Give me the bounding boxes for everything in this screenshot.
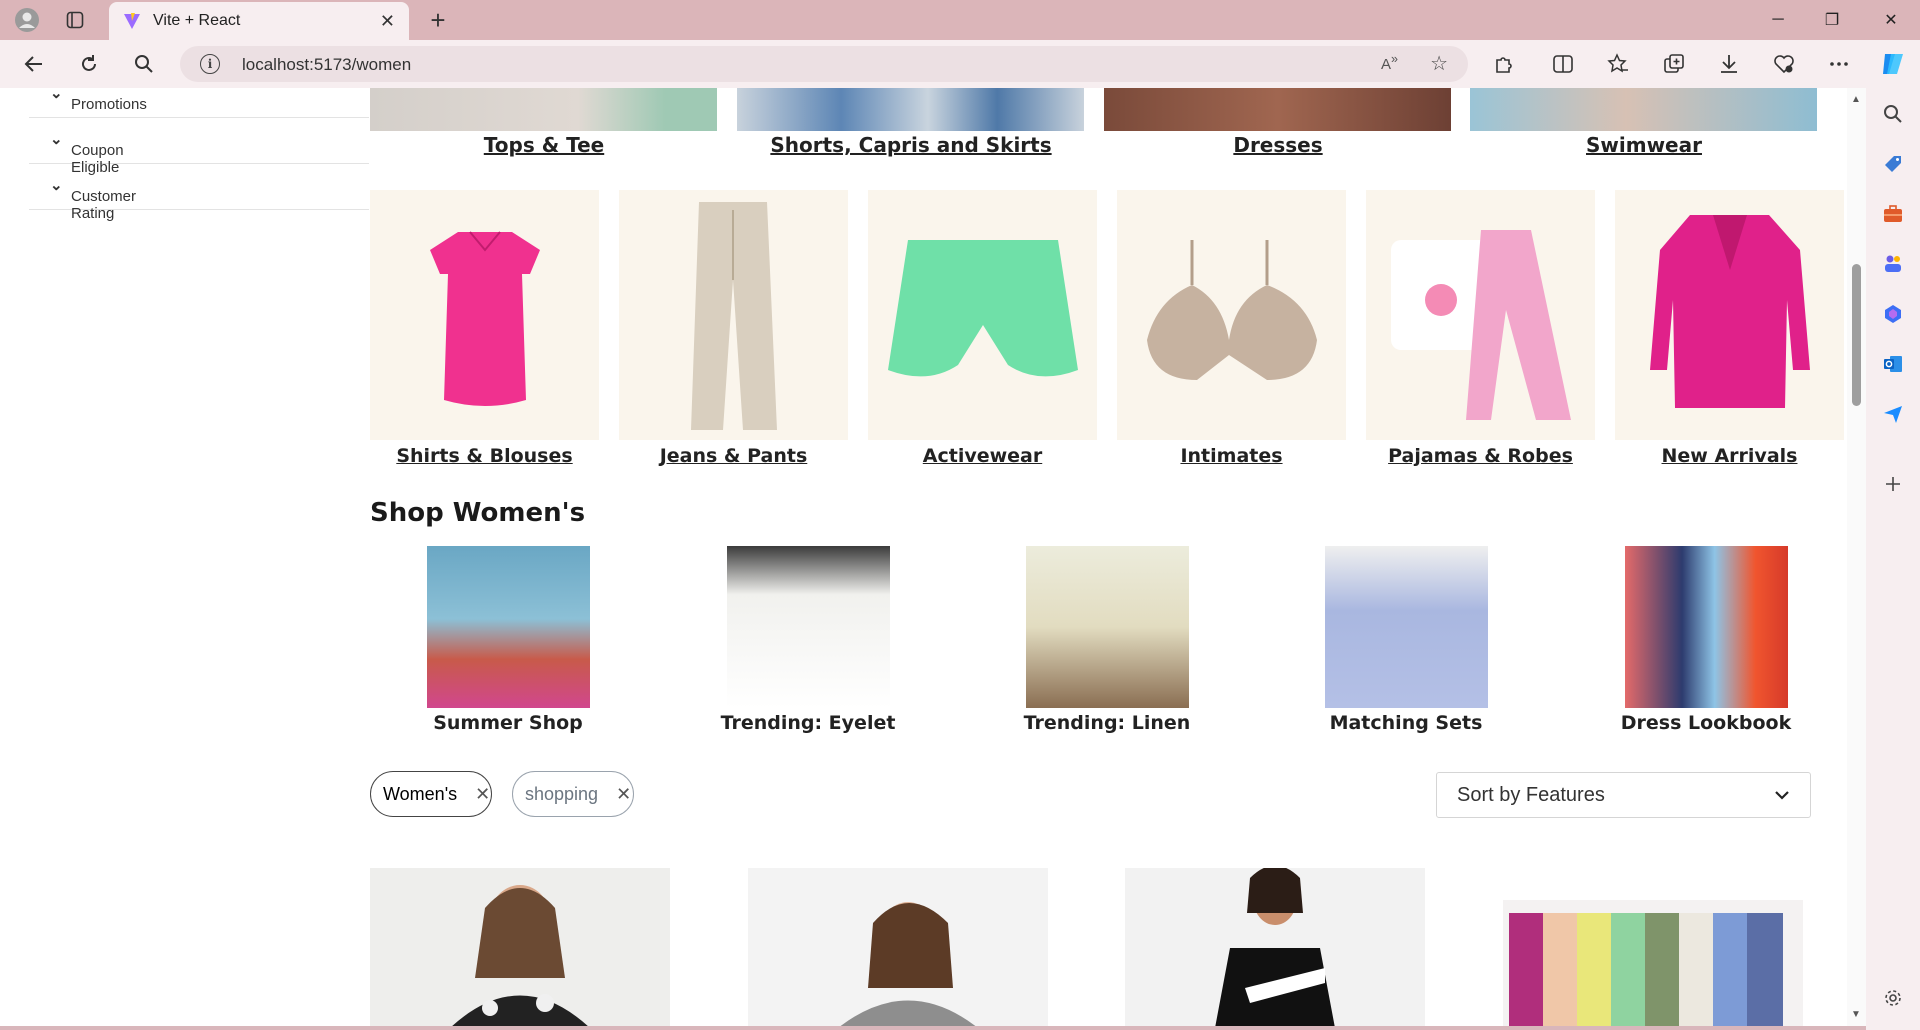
category-link-jeans-pants[interactable]: Jeans & Pants [619,445,848,467]
category-link-shorts[interactable]: Shorts, Capris and Skirts [737,133,1085,157]
category-link-new-arrivals[interactable]: New Arrivals [1615,445,1844,467]
shop-image-linen[interactable] [1026,546,1189,708]
category-link-activewear[interactable]: Activewear [868,445,1097,467]
outlook-icon[interactable] [1881,352,1905,376]
microsoft-365-icon[interactable] [1881,302,1905,326]
browser-toolbar: i localhost:5173/women A» ☆ [0,40,1920,88]
site-info-icon[interactable]: i [200,54,220,74]
category-tile-shirts-blouses[interactable] [370,190,599,440]
shop-image-dress-lookbook[interactable] [1625,546,1788,708]
category-link-dresses[interactable]: Dresses [1104,133,1452,157]
favorite-star-icon[interactable]: ☆ [1430,51,1448,76]
chevron-down-icon [1775,791,1789,800]
shop-link-eyelet[interactable]: Trending: Eyelet [678,712,938,734]
url-text[interactable]: localhost:5173/women [242,55,411,75]
filter-label: Customer Rating [71,188,137,222]
remove-filter-icon[interactable]: ✕ [475,784,490,805]
category-tile-intimates[interactable] [1117,190,1346,440]
close-tab-icon[interactable]: ✕ [380,11,395,32]
filter-promotions[interactable]: Promotions ⌄ [29,88,369,118]
chip-label: shopping [525,783,599,804]
remove-filter-icon[interactable]: ✕ [616,784,631,805]
category-link-shirts-blouses[interactable]: Shirts & Blouses [370,445,599,467]
read-aloud-icon[interactable]: A» [1381,52,1398,73]
shop-link-linen[interactable]: Trending: Linen [977,712,1237,734]
downloads-icon[interactable] [1713,48,1745,80]
tab-bar: Vite + React ✕ + ─ ❐ ✕ [0,0,1920,40]
chevron-down-icon: ⌄ [50,177,63,194]
category-link-swimwear[interactable]: Swimwear [1470,133,1818,157]
scroll-down-icon[interactable]: ▼ [1851,1009,1861,1020]
favorites-icon[interactable] [1602,48,1634,80]
product-card[interactable] [1503,868,1803,1026]
tab-title: Vite + React [153,12,241,29]
filter-chip-shopping[interactable]: shopping ✕ [512,771,634,817]
shopping-tag-icon[interactable] [1881,152,1905,176]
shop-image-summer[interactable] [427,546,590,708]
performance-icon[interactable] [1768,48,1800,80]
chip-label: Women's [383,783,458,804]
sort-dropdown[interactable]: Sort by Features [1436,772,1811,818]
category-image-shorts[interactable] [737,88,1084,131]
filter-coupon-eligible[interactable]: Coupon Eligible ⌄ [29,118,369,176]
category-image-dresses[interactable] [1104,88,1451,131]
tab-active[interactable]: Vite + React ✕ [109,2,409,40]
split-screen-icon[interactable] [1547,48,1579,80]
filter-label: Promotions [71,96,147,113]
restore-button[interactable]: ❐ [1805,0,1859,40]
page-viewport: Promotions ⌄ Coupon Eligible ⌄ Customer … [0,88,1866,1026]
category-tile-jeans-pants[interactable] [619,190,848,440]
product-card[interactable] [370,868,670,1026]
scroll-up-icon[interactable]: ▲ [1851,94,1861,105]
shop-link-matching-sets[interactable]: Matching Sets [1276,712,1536,734]
games-icon[interactable] [1881,252,1905,276]
back-button[interactable] [18,48,50,80]
profile-icon[interactable] [13,6,41,34]
category-link-pajamas-robes[interactable]: Pajamas & Robes [1366,445,1595,467]
address-bar[interactable]: i localhost:5173/women A» ☆ [180,46,1468,82]
category-link-intimates[interactable]: Intimates [1117,445,1346,467]
category-tile-pajamas-robes[interactable] [1366,190,1595,440]
product-card[interactable] [1125,868,1425,1026]
tools-briefcase-icon[interactable] [1881,202,1905,226]
minimize-button[interactable]: ─ [1751,0,1805,40]
filter-customer-rating[interactable]: Customer Rating ⌄ [29,164,369,222]
category-link-tops-tee[interactable]: Tops & Tee [370,133,718,157]
vite-icon [124,13,140,29]
category-tile-activewear[interactable] [868,190,1097,440]
send-icon[interactable] [1881,402,1905,426]
section-heading: Shop Women's [370,498,586,528]
shop-link-summer[interactable]: Summer Shop [378,712,638,734]
add-sidebar-app-icon[interactable] [1881,472,1905,496]
category-image-swimwear[interactable] [1470,88,1817,131]
chevron-down-icon: ⌄ [50,88,63,102]
shop-image-matching-sets[interactable] [1325,546,1488,708]
search-icon[interactable] [128,48,160,80]
category-tile-new-arrivals[interactable] [1615,190,1844,440]
refresh-button[interactable] [73,48,105,80]
sort-label: Sort by Features [1457,783,1605,806]
new-tab-button[interactable]: + [422,4,454,36]
copilot-icon[interactable] [1877,48,1909,80]
sidebar-search-icon[interactable] [1881,102,1905,126]
scrollbar-thumb[interactable] [1852,264,1861,406]
shop-image-eyelet[interactable] [727,546,890,708]
sidebar-settings-icon[interactable] [1881,986,1905,1010]
tab-actions-icon[interactable] [61,6,89,34]
edge-sidebar [1866,88,1920,1030]
more-menu-icon[interactable] [1823,48,1855,80]
category-image-tops-tee[interactable] [370,88,717,131]
filter-chip-womens[interactable]: Women's ✕ [370,771,492,817]
page-scrollbar[interactable]: ▲ ▼ [1847,88,1866,1026]
product-card[interactable] [748,868,1048,1026]
shop-link-dress-lookbook[interactable]: Dress Lookbook [1576,712,1836,734]
close-window-button[interactable]: ✕ [1864,0,1918,40]
extensions-icon[interactable] [1488,48,1520,80]
collections-icon[interactable] [1658,48,1690,80]
chevron-down-icon: ⌄ [50,131,63,148]
